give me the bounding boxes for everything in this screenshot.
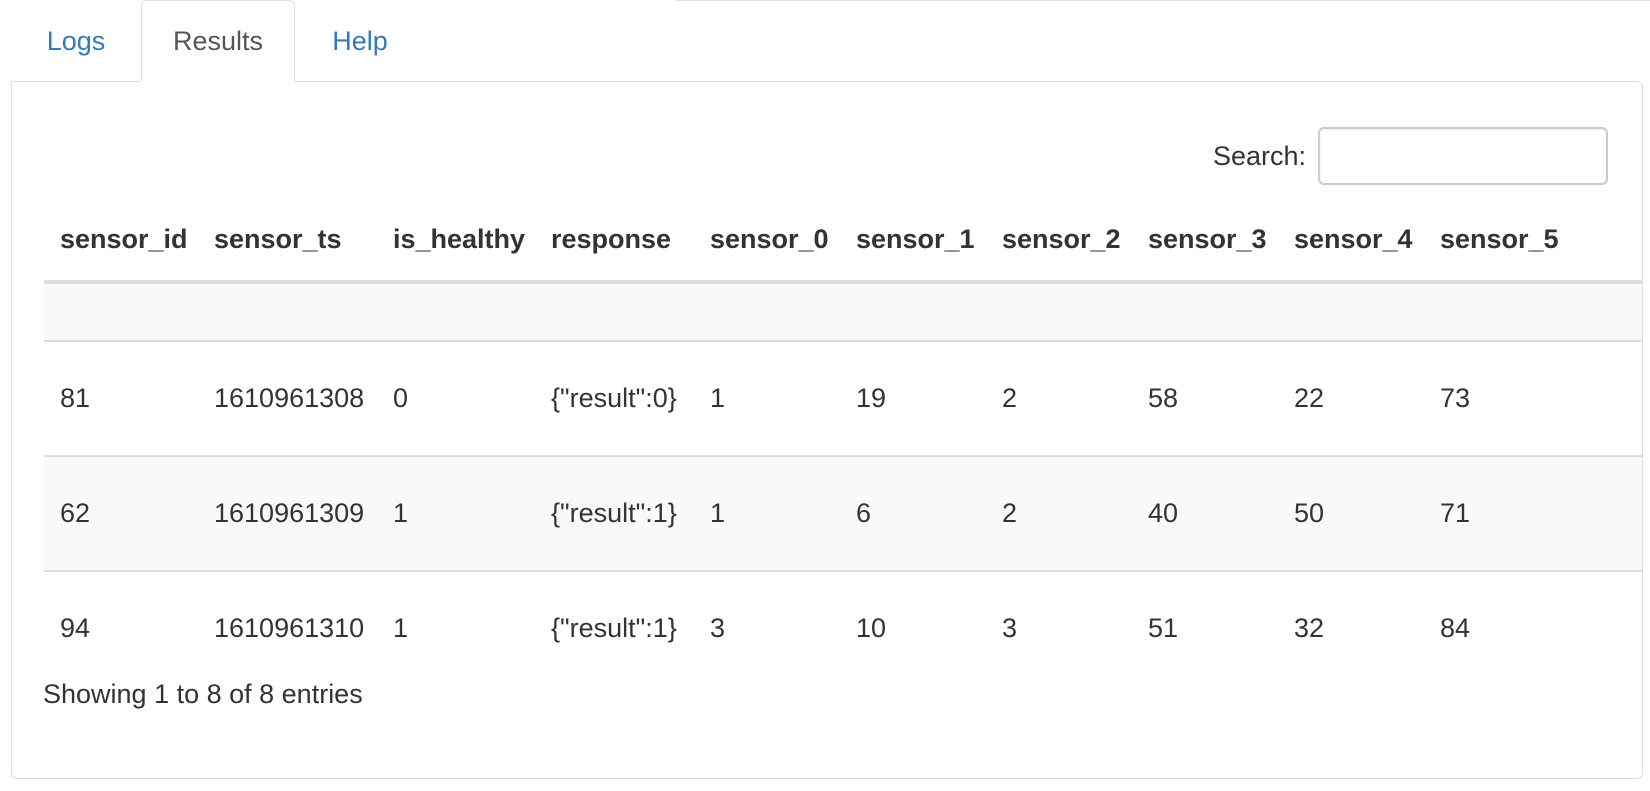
table-cell: 51 [1132,570,1278,685]
table-cell: 1610961309 [198,455,377,571]
table-row[interactable]: 94 1610961310 1 {"result":1} 3 10 3 51 3… [44,570,1642,685]
table-cell: 1 [694,455,840,571]
column-header-sensor-5[interactable]: sensor_5 [1424,198,1642,284]
results-panel: Search: sensor_id sensor_ts is_healthy r… [11,81,1643,779]
column-header-response[interactable]: response [535,198,694,284]
table-header-row: sensor_id sensor_ts is_healthy response … [44,198,1642,284]
table-cell: 62 [44,455,198,571]
table-cell: 22 [1278,340,1424,456]
column-header-sensor-1[interactable]: sensor_1 [840,198,986,284]
search-filter: Search: [1213,127,1608,185]
table-row[interactable]: 62 1610961309 1 {"result":1} 1 6 2 40 50… [44,455,1642,571]
table-cell: {"result":1} [535,455,694,571]
table-cell: {"result":0} [535,340,694,456]
tab-help[interactable]: Help [295,0,425,82]
table-cell: 1 [377,455,535,571]
table-cell: 1610961310 [198,570,377,685]
top-divider [675,0,1650,1]
table-cell: 2 [986,340,1132,456]
search-input[interactable] [1318,127,1608,185]
search-label: Search: [1212,140,1306,171]
table-info-text: Showing 1 to 8 of 8 entries [43,679,363,709]
table-cell: {"result":1} [535,570,694,685]
table-cell: 0 [377,340,535,456]
table-cell: 6 [840,455,986,571]
table-cell: 3 [694,570,840,685]
table-cell: 40 [1132,455,1278,571]
table-cell: 1 [377,570,535,685]
table-cell: 84 [1424,570,1642,685]
table-cell: 1 [694,340,840,456]
table-cell: 19 [840,340,986,456]
table-cell: 94 [44,570,198,685]
table-cell: 10 [840,570,986,685]
table-cell: 73 [1424,340,1642,456]
table-cell: 2 [986,455,1132,571]
table-scroll-area[interactable]: sensor_id sensor_ts is_healthy response … [44,198,1642,685]
column-header-sensor-2[interactable]: sensor_2 [986,198,1132,284]
tab-bar: Logs Results Help [11,0,425,82]
table-cell: 1610961308 [198,340,377,456]
column-header-sensor-0[interactable]: sensor_0 [694,198,840,284]
column-header-sensor-ts[interactable]: sensor_ts [198,198,377,284]
table-cell: 32 [1278,570,1424,685]
tab-logs[interactable]: Logs [11,0,141,82]
table-cell: 71 [1424,455,1642,571]
table-cell: 58 [1132,340,1278,456]
filter-row [44,282,1642,341]
table-cell: 81 [44,340,198,456]
table-cell: 3 [986,570,1132,685]
results-table: sensor_id sensor_ts is_healthy response … [44,198,1642,685]
table-row[interactable]: 81 1610961308 0 {"result":0} 1 19 2 58 2… [44,340,1642,456]
column-header-sensor-4[interactable]: sensor_4 [1278,198,1424,284]
column-header-sensor-id[interactable]: sensor_id [44,198,198,284]
column-header-is-healthy[interactable]: is_healthy [377,198,535,284]
page: Logs Results Help Search: sensor_id sens… [0,0,1650,791]
table-cell: 50 [1278,455,1424,571]
tab-results[interactable]: Results [141,0,295,82]
column-header-sensor-3[interactable]: sensor_3 [1132,198,1278,284]
